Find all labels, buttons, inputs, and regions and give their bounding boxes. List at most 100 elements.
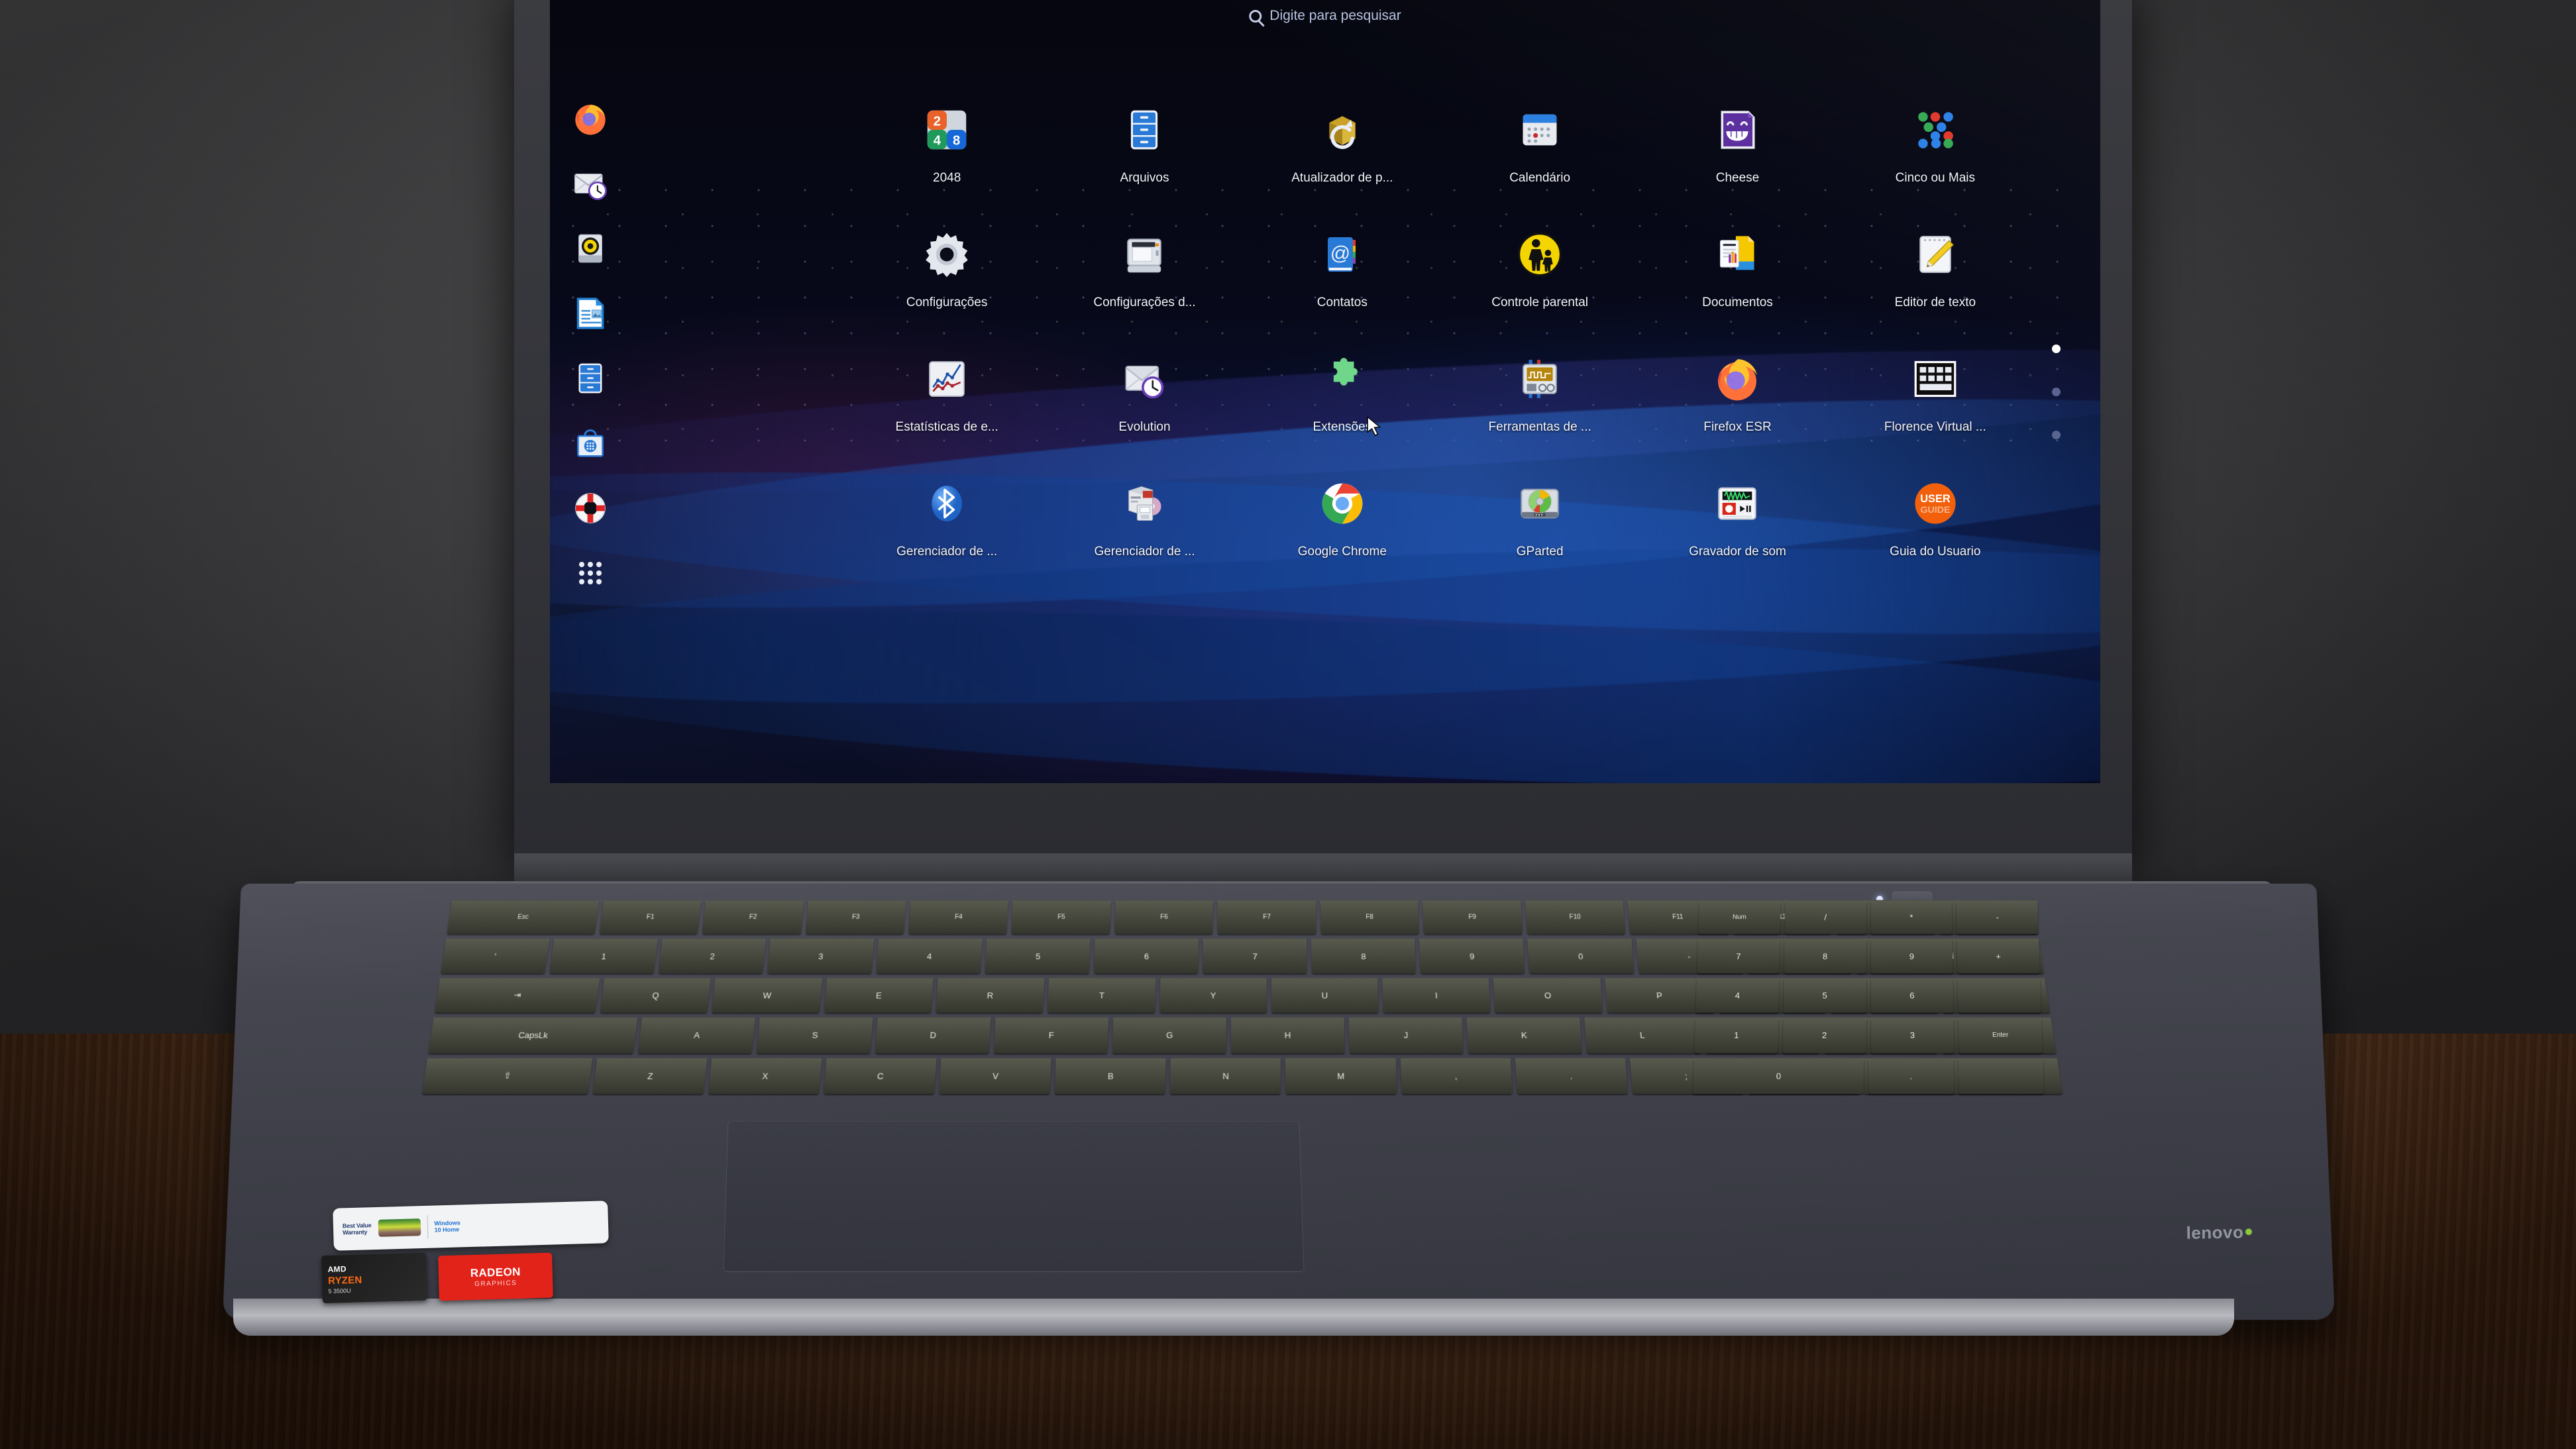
app-florence-virtual-keyboard[interactable]: Florence Virtual ... [1852,349,2018,435]
key-q[interactable]: Q [600,977,712,1013]
key-numpad-enter[interactable]: Enter [1958,1017,2043,1053]
key-1[interactable]: 1 [549,938,658,973]
key-capslock[interactable]: CapsLk [428,1017,638,1053]
key-y[interactable]: Y [1159,977,1267,1013]
app-evolution[interactable]: Evolution [1061,349,1227,435]
key-numpad-decimal[interactable]: . [1868,1057,1954,1094]
key-numpad-divide[interactable]: / [1784,900,1866,934]
key-numpad-4[interactable]: 4 [1695,977,1780,1013]
key-numpad-0[interactable]: 0 [1693,1057,1864,1094]
dock-item-software[interactable] [570,424,611,465]
app-cheese[interactable]: Cheese [1654,99,1820,186]
key-0[interactable]: 0 [1527,938,1634,973]
app-gravador-de-som[interactable]: Gravador de som [1654,473,1820,559]
key-f9[interactable]: F9 [1422,900,1523,934]
app-firefox-esr[interactable]: Firefox ESR [1654,349,1820,435]
numeric-keypad[interactable]: Num / * - 7 8 9 + 4 5 6 1 2 3 Enter 0 . [1693,900,2044,1094]
key-f8[interactable]: F8 [1320,900,1420,934]
key-b[interactable]: B [1055,1057,1167,1094]
key-6[interactable]: 6 [1094,938,1199,973]
app-ferramentas-de-medicao[interactable]: Ferramentas de ... [1457,349,1623,435]
page-dot-3[interactable] [2052,431,2061,439]
key-9[interactable]: 9 [1419,938,1525,973]
search-input[interactable]: Digite para pesquisar [1249,8,1401,24]
app-gerenciador-de-bluetooth[interactable]: Gerenciador de ... [864,473,1030,559]
key-g[interactable]: G [1112,1017,1226,1053]
key-x[interactable]: X [708,1057,822,1094]
key-w[interactable]: W [712,977,822,1013]
app-configuracoes-de-impressora[interactable]: Configurações d... [1061,224,1227,310]
key-numpad-2[interactable]: 2 [1782,1017,1866,1053]
dock-item-firefox[interactable] [570,99,611,140]
key-a[interactable]: A [637,1017,755,1053]
key-l[interactable]: L [1584,1017,1701,1053]
dock-item-files[interactable] [570,359,611,400]
dock-item-libreoffice-writer[interactable] [570,294,611,335]
key-f7[interactable]: F7 [1217,900,1316,934]
key-numpad-9[interactable]: 9 [1870,938,1953,973]
key-numpad-plus[interactable]: + [1957,938,2040,973]
app-calendario[interactable]: Calendário [1457,99,1623,186]
dock-item-show-applications[interactable] [570,554,611,595]
key-3[interactable]: 3 [767,938,875,973]
key-numpad-1[interactable]: 1 [1694,1017,1779,1053]
app-arquivos[interactable]: Arquivos [1061,99,1227,186]
app-cinco-ou-mais[interactable]: Cinco ou Mais [1852,99,2018,186]
key-tab[interactable]: ⇥ [434,977,600,1013]
app-extensoes[interactable]: Extensões [1260,349,1425,435]
key-numpad-5[interactable]: 5 [1783,977,1866,1013]
app-gerenciador-de-programas[interactable]: Gerenciador de ... [1061,473,1227,559]
app-2048[interactable]: 2 4 8 2048 [864,99,1030,186]
key-f[interactable]: F [993,1017,1109,1053]
key-v[interactable]: V [939,1057,1051,1094]
key-numpad-6[interactable]: 6 [1870,977,1954,1013]
app-guia-do-usuario[interactable]: USER GUIDE Guia do Usuario [1852,473,2018,559]
key-j[interactable]: J [1348,1017,1464,1053]
dock-item-help[interactable] [570,489,611,530]
app-documentos[interactable]: Documentos [1654,224,1820,310]
app-gparted[interactable]: GParted [1457,473,1623,559]
app-estatisticas-de-energia[interactable]: Estatísticas de e... [864,349,1030,435]
page-dot-2[interactable] [2052,388,2061,396]
app-atualizador-de-pacotes[interactable]: Atualizador de p... [1260,99,1425,186]
key-f2[interactable]: F2 [702,900,804,934]
key-f3[interactable]: F3 [805,900,906,934]
key-numpad-7[interactable]: 7 [1697,938,1780,973]
key-numlock[interactable]: Num [1698,900,1781,934]
key-shift-left[interactable]: ⇧ [421,1057,593,1094]
key-comma[interactable]: , [1400,1057,1513,1094]
key-r[interactable]: R [936,977,1045,1013]
key-k[interactable]: K [1466,1017,1582,1053]
key-5[interactable]: 5 [985,938,1091,973]
key-2[interactable]: 2 [658,938,767,973]
app-google-chrome[interactable]: Google Chrome [1260,473,1425,559]
key-f4[interactable]: F4 [908,900,1009,934]
key-7[interactable]: 7 [1203,938,1307,973]
app-controle-parental[interactable]: Controle parental [1457,224,1623,310]
key-s[interactable]: S [756,1017,873,1053]
key-numpad-minus[interactable]: - [1956,900,2039,934]
key-d[interactable]: D [875,1017,991,1053]
key-u[interactable]: U [1271,977,1379,1013]
app-configuracoes[interactable]: Configurações [864,224,1030,310]
key-f10[interactable]: F10 [1525,900,1626,934]
key-4[interactable]: 4 [876,938,983,973]
touchpad[interactable] [723,1121,1305,1272]
key-n[interactable]: N [1170,1057,1281,1094]
key-esc[interactable]: Esc [447,900,599,934]
key-numpad-multiply[interactable]: * [1870,900,1953,934]
key-numpad-3[interactable]: 3 [1870,1017,1955,1053]
key-e[interactable]: E [824,977,934,1013]
key-numpad-8[interactable]: 8 [1784,938,1866,973]
key-f1[interactable]: F1 [599,900,702,934]
app-editor-de-texto[interactable]: Editor de texto [1852,224,2018,310]
key-h[interactable]: H [1230,1017,1345,1053]
key-f5[interactable]: F5 [1011,900,1111,934]
page-dot-1[interactable] [2052,345,2061,353]
key-period[interactable]: . [1515,1057,1628,1094]
key-8[interactable]: 8 [1311,938,1417,973]
app-contatos[interactable]: @ Contatos [1260,224,1425,310]
key-m[interactable]: M [1285,1057,1397,1094]
key-i[interactable]: I [1382,977,1491,1013]
key-z[interactable]: Z [592,1057,708,1094]
